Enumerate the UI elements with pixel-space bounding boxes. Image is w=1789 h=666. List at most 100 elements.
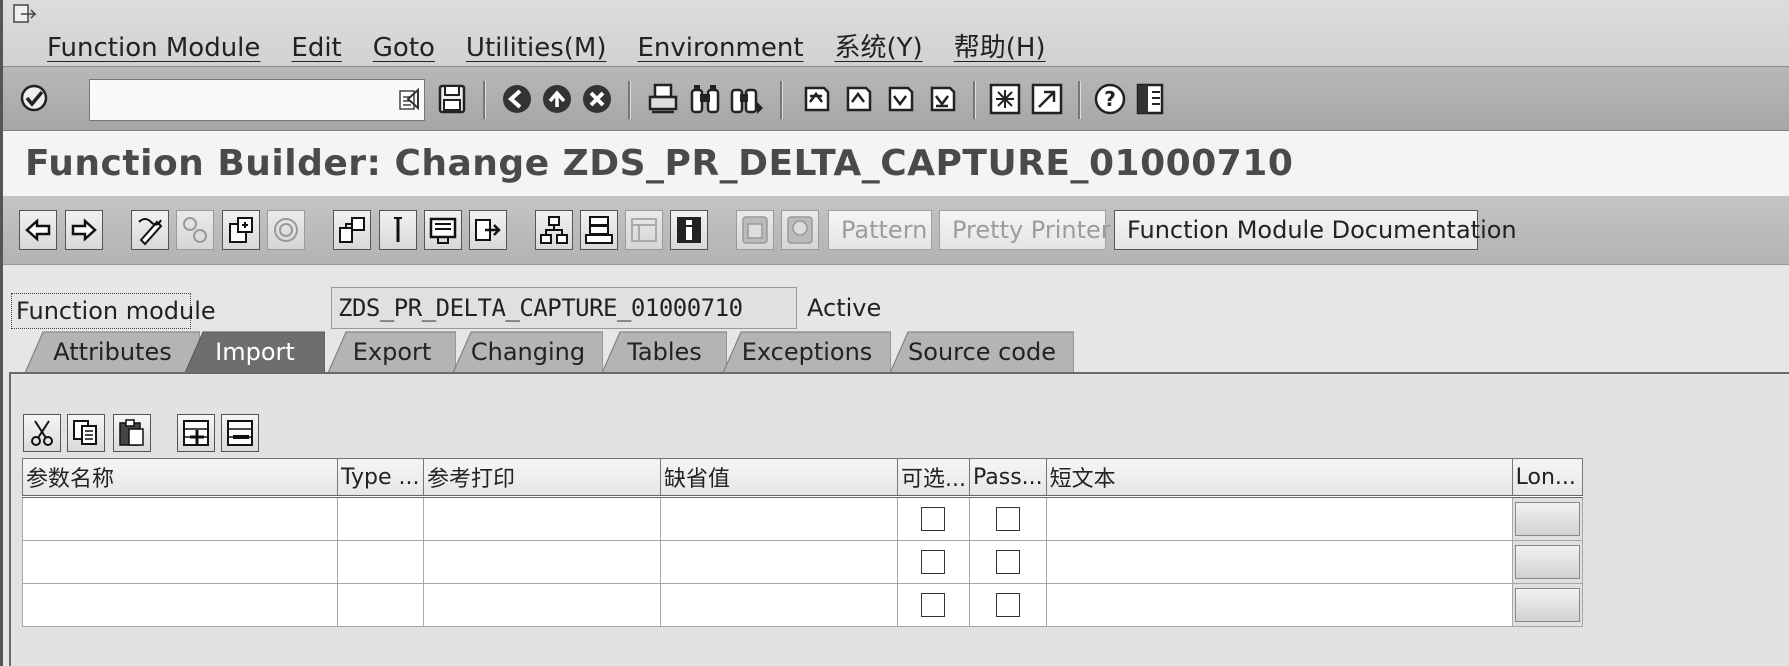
- default-value-cell[interactable]: [660, 496, 898, 541]
- column-header-default-value[interactable]: 缺省值: [660, 458, 898, 498]
- pass-value-checkbox[interactable]: [995, 593, 1020, 617]
- last-page-icon[interactable]: [924, 82, 958, 116]
- back-button[interactable]: [19, 210, 57, 250]
- insert-button[interactable]: [379, 210, 417, 250]
- menu-function-module[interactable]: Function Module: [47, 31, 260, 65]
- toolbar-separator: [483, 81, 486, 119]
- column-header-pass-value[interactable]: Pass...: [968, 458, 1047, 498]
- other-object-button[interactable]: [222, 210, 260, 250]
- parameter-name-cell[interactable]: [22, 583, 338, 627]
- menu-system[interactable]: 系统(Y): [835, 31, 923, 65]
- insert-row-button[interactable]: [177, 414, 215, 452]
- first-page-icon[interactable]: [798, 82, 832, 116]
- toolbar-separator: [628, 81, 631, 119]
- typing-cell[interactable]: [337, 540, 424, 584]
- cut-button[interactable]: [23, 414, 61, 452]
- enter-icon[interactable]: [19, 83, 49, 113]
- function-module-documentation-button[interactable]: Function Module Documentation: [1114, 210, 1517, 250]
- tab-changing[interactable]: Changing: [453, 331, 603, 373]
- exit-icon[interactable]: [540, 82, 574, 116]
- column-header-long-text[interactable]: Lon...: [1511, 458, 1583, 498]
- back-icon: [25, 218, 51, 242]
- long-text-cell: [1511, 540, 1583, 584]
- display-change-button[interactable]: [131, 210, 169, 250]
- back-icon[interactable]: [500, 82, 534, 116]
- tab-tables[interactable]: Tables: [602, 331, 727, 373]
- long-text-button[interactable]: [1514, 588, 1580, 622]
- tab-label: Attributes: [53, 338, 172, 366]
- main-content: Function module ZDS_PR_DELTA_CAPTURE_010…: [3, 265, 1789, 666]
- short-text-cell[interactable]: [1045, 496, 1513, 541]
- column-header-short-text[interactable]: 短文本: [1045, 458, 1513, 498]
- table-row: [22, 540, 1583, 584]
- navigation-button[interactable]: [469, 210, 507, 250]
- previous-page-icon[interactable]: [840, 82, 874, 116]
- delete-row-button[interactable]: [221, 414, 259, 452]
- short-text-cell[interactable]: [1045, 583, 1513, 627]
- forward-button[interactable]: [65, 210, 103, 250]
- find-next-icon[interactable]: [730, 82, 764, 116]
- display-object-list-button[interactable]: [424, 210, 462, 250]
- pretty-printer-button: Pretty Printer: [939, 210, 1111, 250]
- column-header-parameter-name[interactable]: 参数名称: [22, 458, 338, 498]
- where-used-button[interactable]: [333, 210, 371, 250]
- pass-value-checkbox[interactable]: [995, 507, 1020, 531]
- info-icon: [677, 217, 701, 243]
- long-text-button[interactable]: [1514, 545, 1580, 579]
- menu-utilities[interactable]: Utilities(M): [466, 31, 607, 65]
- info-button[interactable]: [670, 210, 708, 250]
- typing-cell[interactable]: [337, 496, 424, 541]
- command-input[interactable]: [90, 80, 396, 118]
- standard-toolbar: ?: [3, 66, 1789, 131]
- shortcut-icon[interactable]: [1030, 82, 1064, 116]
- hierarchy-button[interactable]: [535, 210, 573, 250]
- reference-type-cell[interactable]: [423, 583, 661, 627]
- menu-edit[interactable]: Edit: [291, 31, 341, 65]
- long-text-cell: [1511, 583, 1583, 627]
- column-header-typing[interactable]: Type ...: [337, 458, 424, 498]
- next-page-icon[interactable]: [882, 82, 916, 116]
- stack-button[interactable]: [580, 210, 618, 250]
- tab-exceptions[interactable]: Exceptions: [723, 331, 891, 373]
- column-header-reference-type[interactable]: 参考打印: [423, 458, 661, 498]
- copy-button[interactable]: [67, 414, 105, 452]
- find-icon[interactable]: [688, 82, 722, 116]
- pass-value-checkbox[interactable]: [995, 550, 1020, 574]
- display-change-icon: [138, 218, 163, 246]
- optional-checkbox[interactable]: [921, 593, 946, 617]
- function-module-field[interactable]: ZDS_PR_DELTA_CAPTURE_01000710: [331, 287, 797, 329]
- layout-menu-icon[interactable]: [1135, 82, 1169, 116]
- tab-import[interactable]: Import: [185, 331, 325, 373]
- default-value-cell[interactable]: [660, 583, 898, 627]
- cancel-icon[interactable]: [580, 82, 614, 116]
- where-used-icon: [339, 217, 365, 243]
- command-field[interactable]: [89, 79, 425, 121]
- help-icon[interactable]: ?: [1093, 82, 1127, 116]
- save-icon[interactable]: [435, 82, 469, 116]
- paste-button[interactable]: [113, 414, 151, 452]
- title-bar: Function Builder: Change ZDS_PR_DELTA_CA…: [3, 131, 1789, 197]
- tab-export[interactable]: Export: [328, 331, 456, 373]
- tab-attributes[interactable]: Attributes: [25, 331, 200, 373]
- optional-checkbox[interactable]: [921, 550, 946, 574]
- menu-goto[interactable]: Goto: [373, 31, 435, 65]
- column-header-optional[interactable]: 可选...: [897, 458, 970, 498]
- reference-type-cell[interactable]: [423, 496, 661, 541]
- short-text-cell[interactable]: [1045, 540, 1513, 584]
- long-text-button[interactable]: [1514, 502, 1580, 536]
- back-arrow-icon[interactable]: [398, 82, 432, 116]
- print-icon[interactable]: [646, 82, 680, 116]
- parameter-name-cell[interactable]: [22, 540, 338, 584]
- copy-icon: [73, 420, 97, 445]
- cut-icon: [31, 420, 53, 446]
- typing-cell[interactable]: [337, 583, 424, 627]
- default-value-cell[interactable]: [660, 540, 898, 584]
- menu-help[interactable]: 帮助(H): [954, 31, 1046, 65]
- reference-type-cell[interactable]: [423, 540, 661, 584]
- window-menu-icon[interactable]: [13, 4, 39, 24]
- parameter-name-cell[interactable]: [22, 496, 338, 541]
- new-session-icon[interactable]: [988, 82, 1022, 116]
- menu-environment[interactable]: Environment: [638, 31, 804, 65]
- optional-checkbox[interactable]: [921, 507, 946, 531]
- tab-source-code[interactable]: Source code: [890, 331, 1074, 373]
